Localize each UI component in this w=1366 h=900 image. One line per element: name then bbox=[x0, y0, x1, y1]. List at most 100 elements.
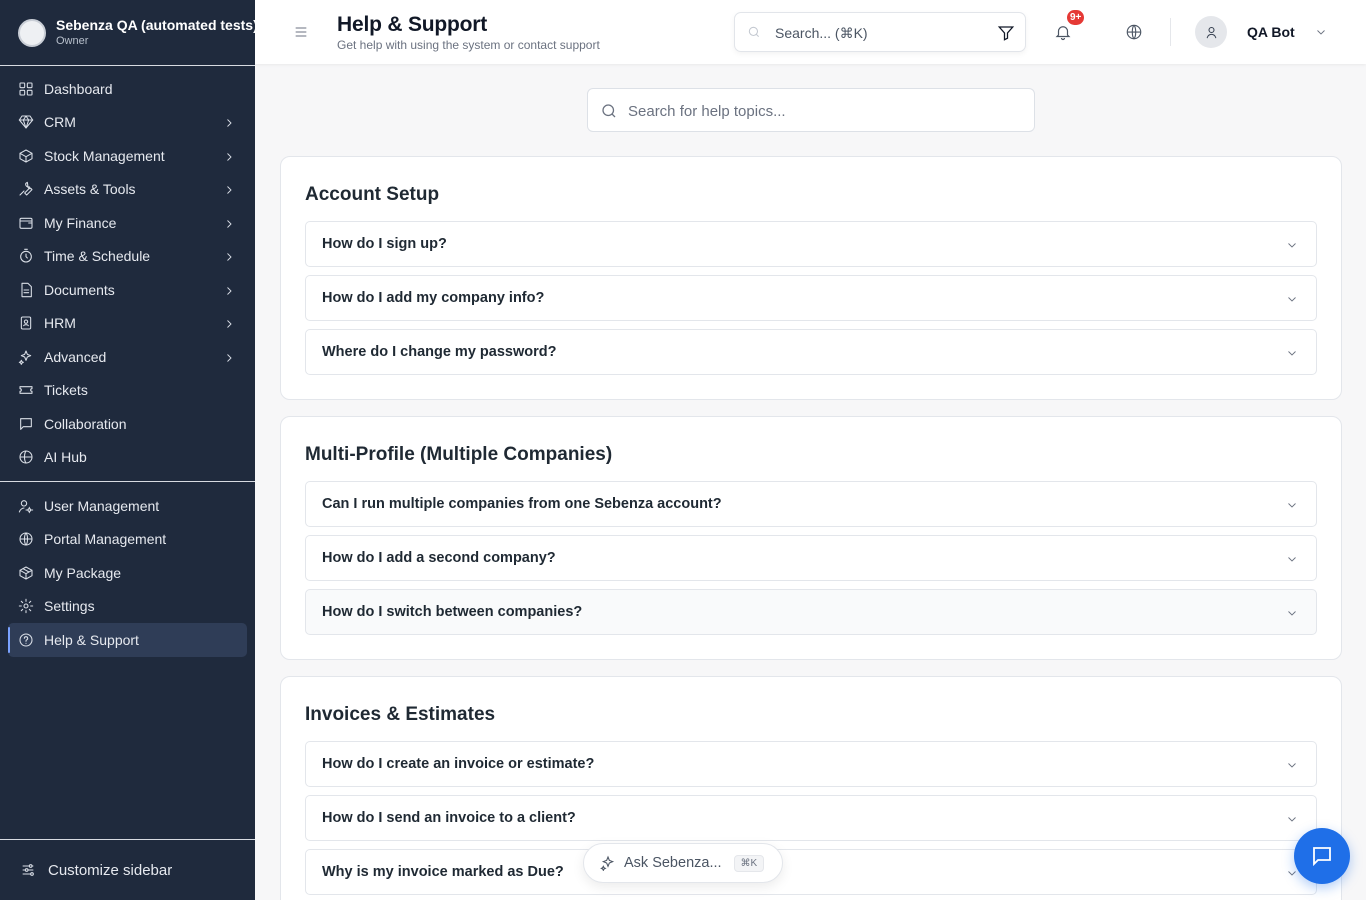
shortcut-hint: ⌘K bbox=[733, 854, 765, 872]
sidebar-item-my-finance[interactable]: My Finance bbox=[0, 206, 255, 240]
chevron-right-icon bbox=[223, 250, 235, 262]
ai-hub-icon bbox=[18, 449, 34, 465]
sidebar-item-advanced[interactable]: Advanced bbox=[0, 340, 255, 374]
sidebar-item-help-support[interactable]: Help & Support bbox=[8, 623, 247, 657]
chevron-right-icon bbox=[223, 116, 235, 128]
sidebar-item-label: My Package bbox=[44, 564, 122, 581]
user-icon bbox=[1206, 26, 1216, 38]
sidebar-item-label: Time & Schedule bbox=[44, 248, 151, 265]
search-icon bbox=[747, 25, 761, 39]
user-cog-icon bbox=[18, 498, 34, 514]
sidebar-item-label: My Finance bbox=[44, 214, 117, 231]
chevron-down-icon[interactable] bbox=[1315, 25, 1327, 37]
help-search-input[interactable] bbox=[628, 100, 1008, 122]
customize-sidebar-button[interactable]: Customize sidebar bbox=[0, 839, 255, 900]
section-title: Account Setup bbox=[305, 184, 440, 205]
faq-item[interactable]: How do I sign up? bbox=[305, 221, 1317, 267]
box-icon bbox=[18, 148, 34, 164]
sidebar-item-label: Advanced bbox=[44, 348, 107, 365]
search-icon bbox=[600, 102, 618, 120]
sidebar-item-crm[interactable]: CRM bbox=[0, 106, 255, 140]
sidebar-item-label: AI Hub bbox=[44, 449, 87, 466]
sidebar-item-label: Dashboard bbox=[44, 80, 113, 97]
org-switcher[interactable]: Sebenza QA (automated tests) Owner bbox=[0, 0, 255, 66]
sidebar-item-label: CRM bbox=[44, 114, 76, 131]
sidebar-item-user-management[interactable]: User Management bbox=[0, 489, 255, 523]
sidebar-item-label: Assets & Tools bbox=[44, 181, 136, 198]
user-name[interactable]: QA Bot bbox=[1247, 24, 1295, 40]
faq-item[interactable]: Why is my invoice marked as Due? bbox=[305, 849, 1317, 895]
chevron-down-icon bbox=[1286, 759, 1298, 771]
section-title: Invoices & Estimates bbox=[305, 704, 496, 725]
sidebar-item-settings[interactable]: Settings bbox=[0, 590, 255, 624]
chevron-right-icon bbox=[223, 150, 235, 162]
sidebar-item-label: Stock Management bbox=[44, 147, 165, 164]
sidebar-item-label: User Management bbox=[44, 497, 160, 514]
faq-section-account-setup: Account Setup How do I sign up? How do I… bbox=[280, 156, 1342, 400]
chevron-down-icon bbox=[1286, 607, 1298, 619]
sidebar-item-label: Settings bbox=[44, 598, 95, 615]
sidebar-item-portal-management[interactable]: Portal Management bbox=[0, 523, 255, 557]
globe-icon bbox=[1126, 24, 1142, 40]
global-search[interactable] bbox=[734, 12, 1026, 52]
sidebar-item-tickets[interactable]: Tickets bbox=[0, 374, 255, 408]
global-search-input[interactable] bbox=[775, 22, 975, 44]
language-button[interactable] bbox=[1125, 23, 1143, 41]
chat-icon bbox=[1313, 847, 1331, 867]
sidebar-nav: Dashboard CRM Stock Management Assets & … bbox=[0, 66, 255, 657]
sidebar-item-label: HRM bbox=[44, 315, 76, 332]
sidebar-item-my-package[interactable]: My Package bbox=[0, 556, 255, 590]
header-divider bbox=[1170, 18, 1171, 46]
page-subtitle: Get help with using the system or contac… bbox=[337, 38, 600, 52]
sidebar-divider bbox=[0, 481, 255, 482]
faq-item[interactable]: How do I create an invoice or estimate? bbox=[305, 741, 1317, 787]
ask-assistant-button[interactable]: Ask Sebenza... ⌘K bbox=[583, 843, 783, 883]
chevron-down-icon bbox=[1286, 239, 1298, 251]
menu-toggle-button[interactable] bbox=[293, 24, 309, 40]
dashboard-icon bbox=[18, 81, 34, 97]
faq-item[interactable]: Can I run multiple companies from one Se… bbox=[305, 481, 1317, 527]
sidebar-item-hrm[interactable]: HRM bbox=[0, 307, 255, 341]
sidebar-item-assets-tools[interactable]: Assets & Tools bbox=[0, 173, 255, 207]
faq-item[interactable]: How do I add a second company? bbox=[305, 535, 1317, 581]
sidebar-item-collaboration[interactable]: Collaboration bbox=[0, 407, 255, 441]
sidebar-item-stock-management[interactable]: Stock Management bbox=[0, 139, 255, 173]
chevron-down-icon bbox=[1286, 499, 1298, 511]
sidebar-item-label: Collaboration bbox=[44, 415, 127, 432]
main-content: Account Setup How do I sign up? How do I… bbox=[255, 64, 1366, 900]
customize-sidebar-label: Customize sidebar bbox=[48, 861, 173, 879]
ask-assistant-label: Ask Sebenza... bbox=[624, 855, 722, 871]
filter-icon[interactable] bbox=[997, 24, 1015, 42]
sidebar-item-dashboard[interactable]: Dashboard bbox=[0, 72, 255, 106]
faq-item[interactable]: How do I add my company info? bbox=[305, 275, 1317, 321]
wrench-icon bbox=[18, 181, 34, 197]
diamond-icon bbox=[18, 114, 34, 130]
document-icon bbox=[18, 282, 34, 298]
section-title: Multi-Profile (Multiple Companies) bbox=[305, 444, 613, 465]
chat-icon bbox=[18, 416, 34, 432]
help-search[interactable] bbox=[587, 88, 1035, 132]
sidebar-item-label: Portal Management bbox=[44, 531, 167, 548]
stopwatch-icon bbox=[18, 248, 34, 264]
sidebar-item-documents[interactable]: Documents bbox=[0, 273, 255, 307]
chevron-right-icon bbox=[223, 284, 235, 296]
id-badge-icon bbox=[18, 315, 34, 331]
faq-item[interactable]: Where do I change my password? bbox=[305, 329, 1317, 375]
sidebar-item-ai-hub[interactable]: AI Hub bbox=[0, 441, 255, 475]
support-chat-button[interactable] bbox=[1294, 828, 1350, 884]
sidebar-item-time-schedule[interactable]: Time & Schedule bbox=[0, 240, 255, 274]
faq-section-invoices-estimates: Invoices & Estimates How do I create an … bbox=[280, 676, 1342, 900]
chevron-right-icon bbox=[223, 351, 235, 363]
chevron-right-icon bbox=[223, 217, 235, 229]
org-name: Sebenza QA (automated tests) bbox=[56, 17, 255, 33]
wallet-icon bbox=[18, 215, 34, 231]
avatar[interactable] bbox=[1195, 16, 1227, 48]
chevron-down-icon bbox=[1286, 813, 1298, 825]
faq-item[interactable]: How do I switch between companies? bbox=[305, 589, 1317, 635]
sparkles-icon bbox=[600, 855, 615, 871]
help-circle-icon bbox=[18, 632, 34, 648]
ticket-icon bbox=[18, 382, 34, 398]
faq-item[interactable]: How do I send an invoice to a client? bbox=[305, 795, 1317, 841]
sidebar-item-label: Documents bbox=[44, 281, 115, 298]
gear-icon bbox=[18, 598, 34, 614]
